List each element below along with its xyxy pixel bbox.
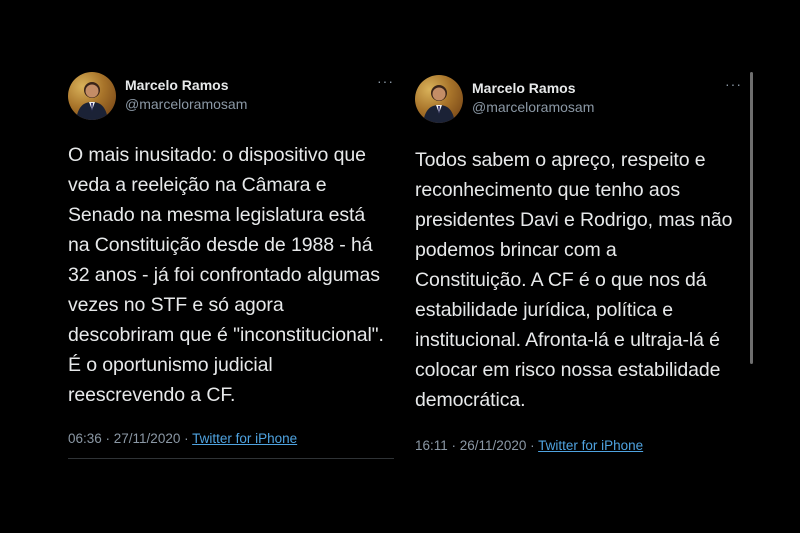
- tweet-source-link[interactable]: Twitter for iPhone: [538, 438, 643, 453]
- avatar-portrait-icon: [76, 82, 108, 120]
- author-handle[interactable]: @marceloramosam: [125, 96, 247, 112]
- tweet-timestamp[interactable]: 06:36 · 27/11/2020 ·: [68, 431, 189, 446]
- tweet-meta: 06:36 · 27/11/2020 · Twitter for iPhone: [68, 431, 394, 446]
- divider: [68, 458, 394, 459]
- tweet-source-link[interactable]: Twitter for iPhone: [192, 431, 297, 446]
- author-name[interactable]: Marcelo Ramos: [125, 77, 228, 93]
- author-handle[interactable]: @marceloramosam: [472, 99, 594, 115]
- tweet-header: Marcelo Ramos @marceloramosam ···: [415, 75, 745, 125]
- avatar[interactable]: [68, 72, 116, 120]
- tweet-text: Todos sabem o apreço, respeito e reconhe…: [415, 149, 733, 411]
- avatar[interactable]: [415, 75, 463, 123]
- tweet-left: Marcelo Ramos @marceloramosam ··· O mais…: [68, 72, 394, 459]
- more-options-icon[interactable]: ···: [377, 74, 394, 88]
- more-options-icon[interactable]: ···: [725, 77, 742, 91]
- avatar-portrait-icon: [423, 85, 455, 123]
- author-name[interactable]: Marcelo Ramos: [472, 80, 575, 96]
- scrollbar[interactable]: [750, 72, 753, 364]
- tweet-right: Marcelo Ramos @marceloramosam ··· Todos …: [415, 75, 745, 453]
- tweet-header: Marcelo Ramos @marceloramosam ···: [68, 72, 394, 122]
- tweet-text: O mais inusitado: o dispositivo que veda…: [68, 144, 384, 406]
- tweet-meta: 16:11 · 26/11/2020 · Twitter for iPhone: [415, 438, 745, 453]
- tweet-timestamp[interactable]: 16:11 · 26/11/2020 ·: [415, 438, 535, 453]
